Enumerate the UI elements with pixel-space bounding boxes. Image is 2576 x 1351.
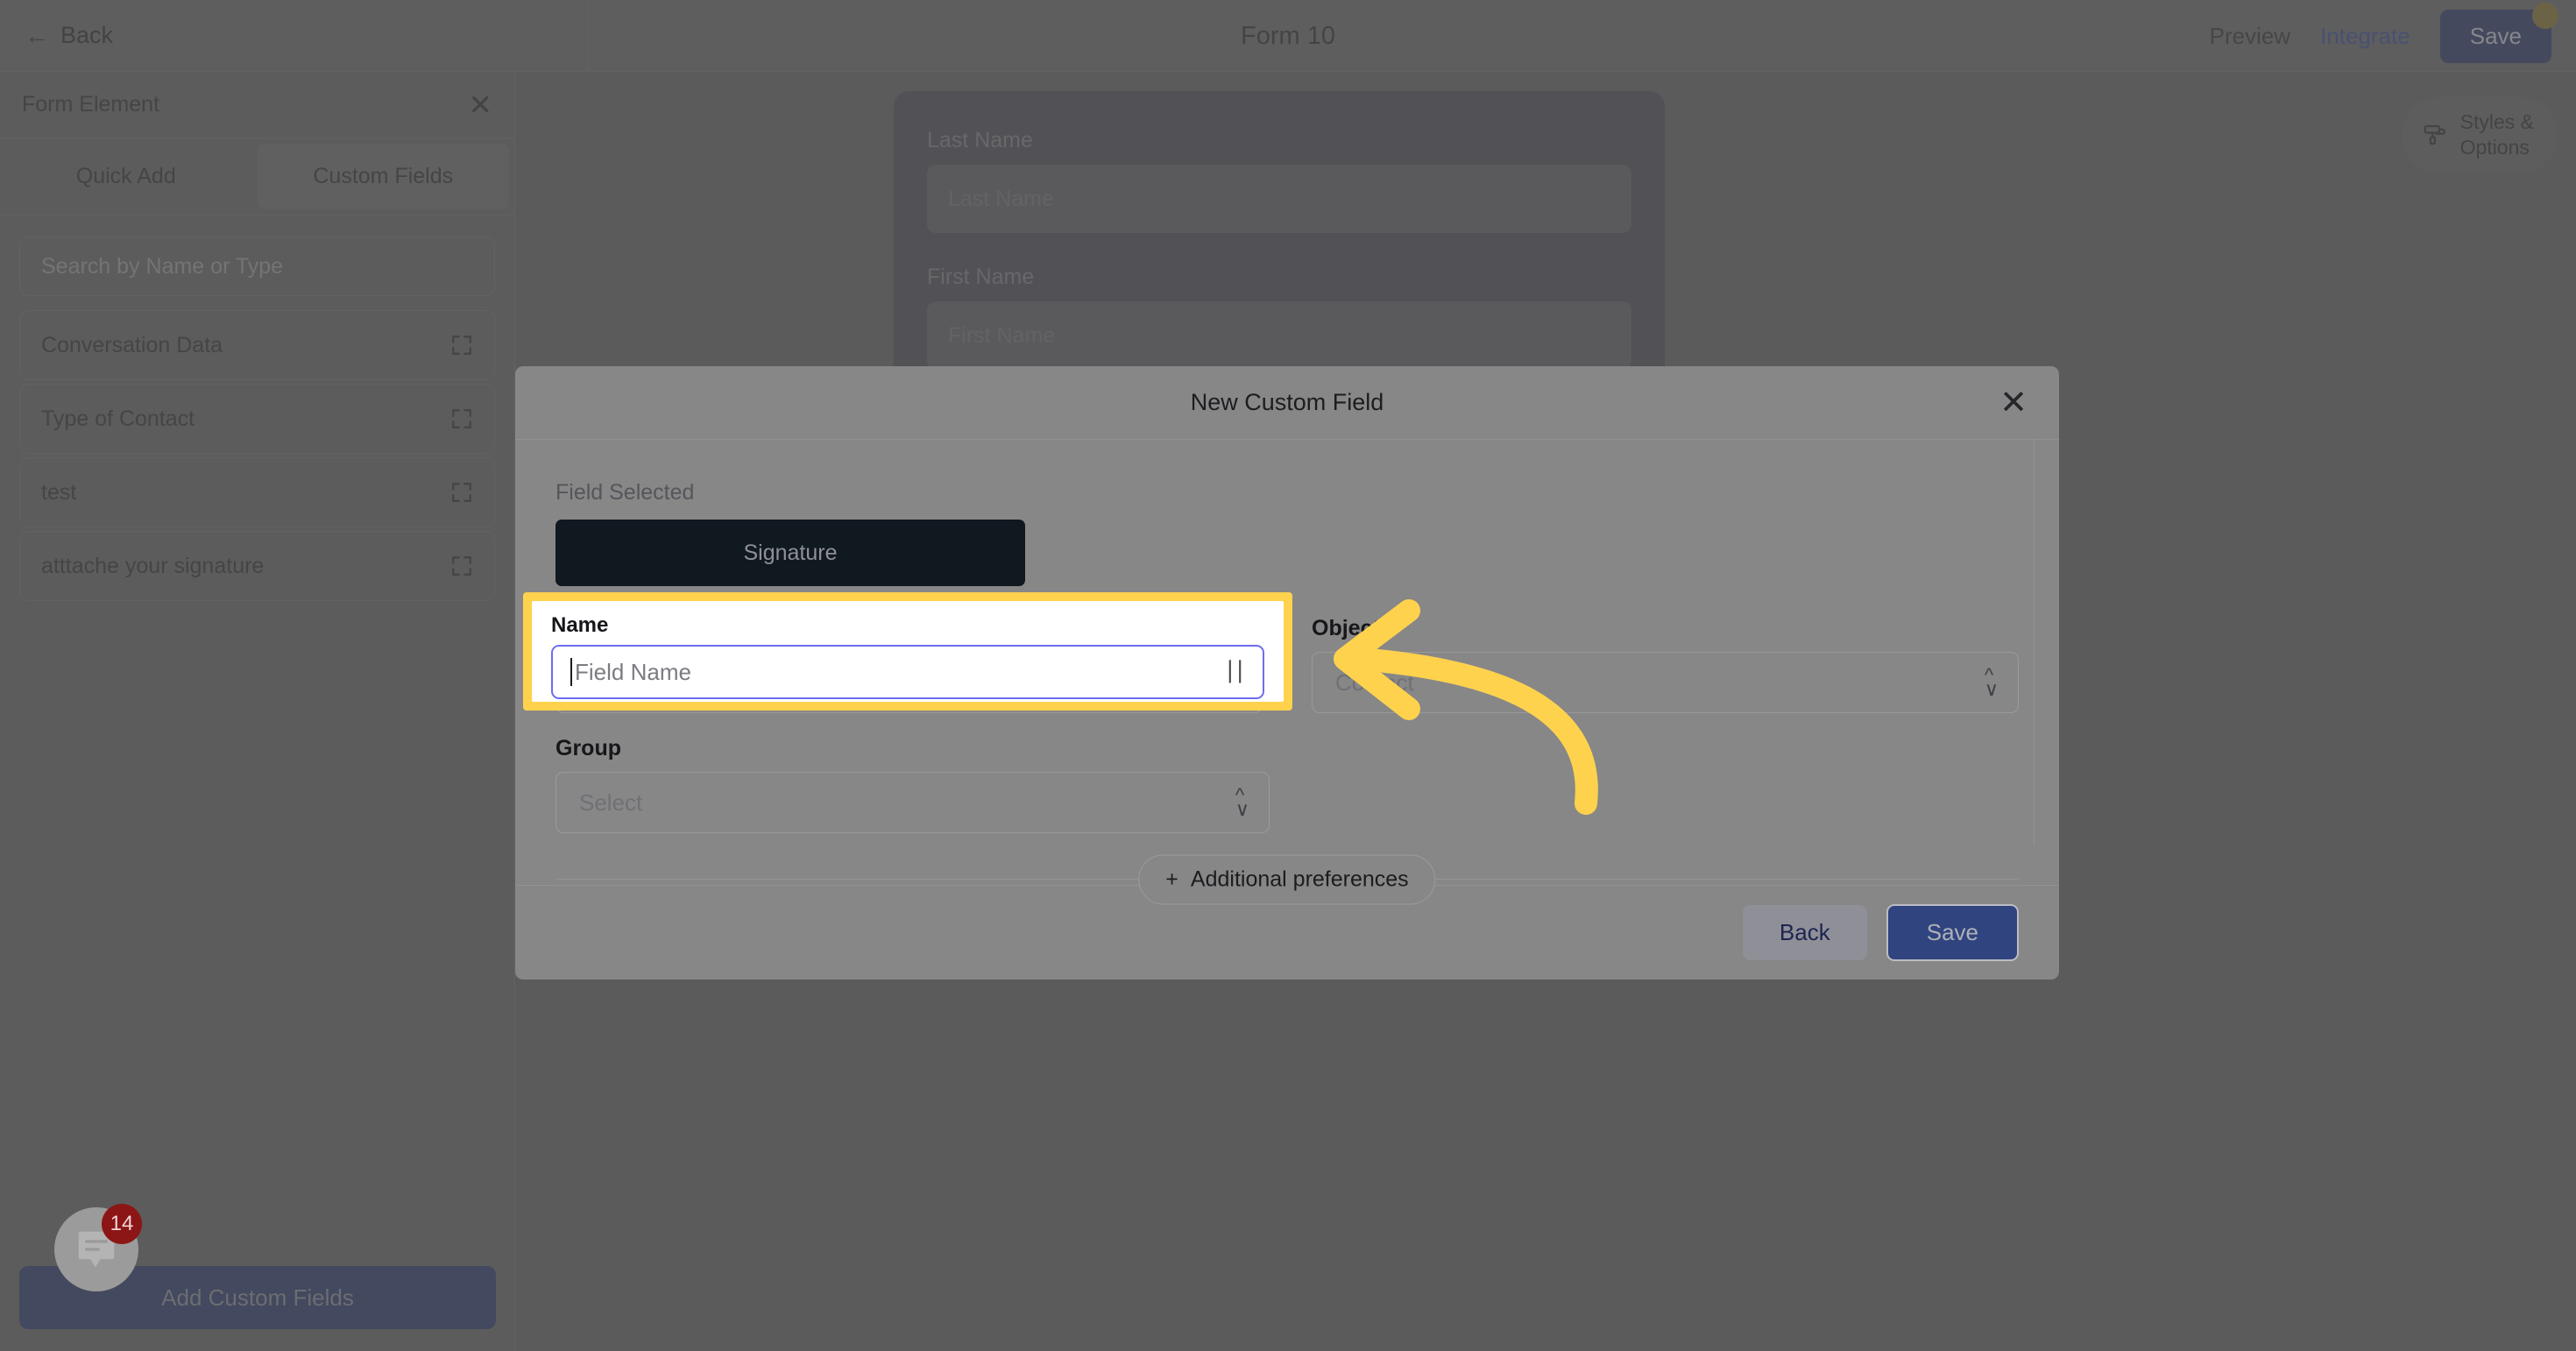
additional-preferences-label: Additional preferences [1190, 866, 1409, 891]
modal-title: New Custom Field [1190, 389, 1384, 415]
field-selected-label: Field Selected [556, 480, 695, 505]
group-select-placeholder: Select [579, 789, 643, 816]
object-field-group: Object Contact ^ ∨ [1312, 616, 2019, 713]
chevron-updown-icon: ^ ∨ [1984, 664, 1999, 700]
modal-header: New Custom Field ✕ [515, 366, 2059, 440]
modal-save-button[interactable]: Save [1882, 901, 2023, 965]
chevron-updown-icon: ^ ∨ [1235, 784, 1249, 820]
modal-back-button[interactable]: Back [1742, 905, 1867, 960]
app-root: ← Back Form 10 Preview Integrate Save Fo… [0, 0, 2576, 1351]
additional-preferences-button[interactable]: + Additional preferences [1138, 854, 1436, 904]
text-caret-icon [570, 658, 572, 686]
chat-widget[interactable]: 14 [54, 1204, 142, 1291]
name-input-focused[interactable]: Field Name ⎮⎮ [551, 645, 1264, 699]
selected-field-chip[interactable]: Signature [556, 520, 1025, 586]
object-select[interactable]: Contact ^ ∨ [1312, 652, 2019, 713]
group-field-label: Group [556, 736, 621, 760]
object-select-value: Contact [1335, 668, 1414, 696]
object-field-label: Object [1312, 616, 1380, 640]
plus-icon: + [1165, 866, 1178, 891]
additional-preferences-divider: + Additional preferences [556, 854, 2019, 904]
name-input-placeholder: Field Name [575, 658, 691, 685]
group-select[interactable]: Select ^ ∨ [556, 772, 1270, 833]
group-field-group: Group Select ^ ∨ [556, 736, 1270, 833]
highlight-annotation-box: Name Field Name ⎮⎮ [523, 592, 1292, 711]
modal-scroll-divider [2034, 440, 2035, 845]
chat-unread-badge: 14 [102, 1204, 142, 1244]
text-cursor-icon: ⎮⎮ [1225, 661, 1245, 683]
close-icon[interactable]: ✕ [1999, 386, 2028, 420]
name-field-label-highlighted: Name [551, 613, 609, 637]
highlight-inner-panel: Name Field Name ⎮⎮ [532, 601, 1284, 702]
